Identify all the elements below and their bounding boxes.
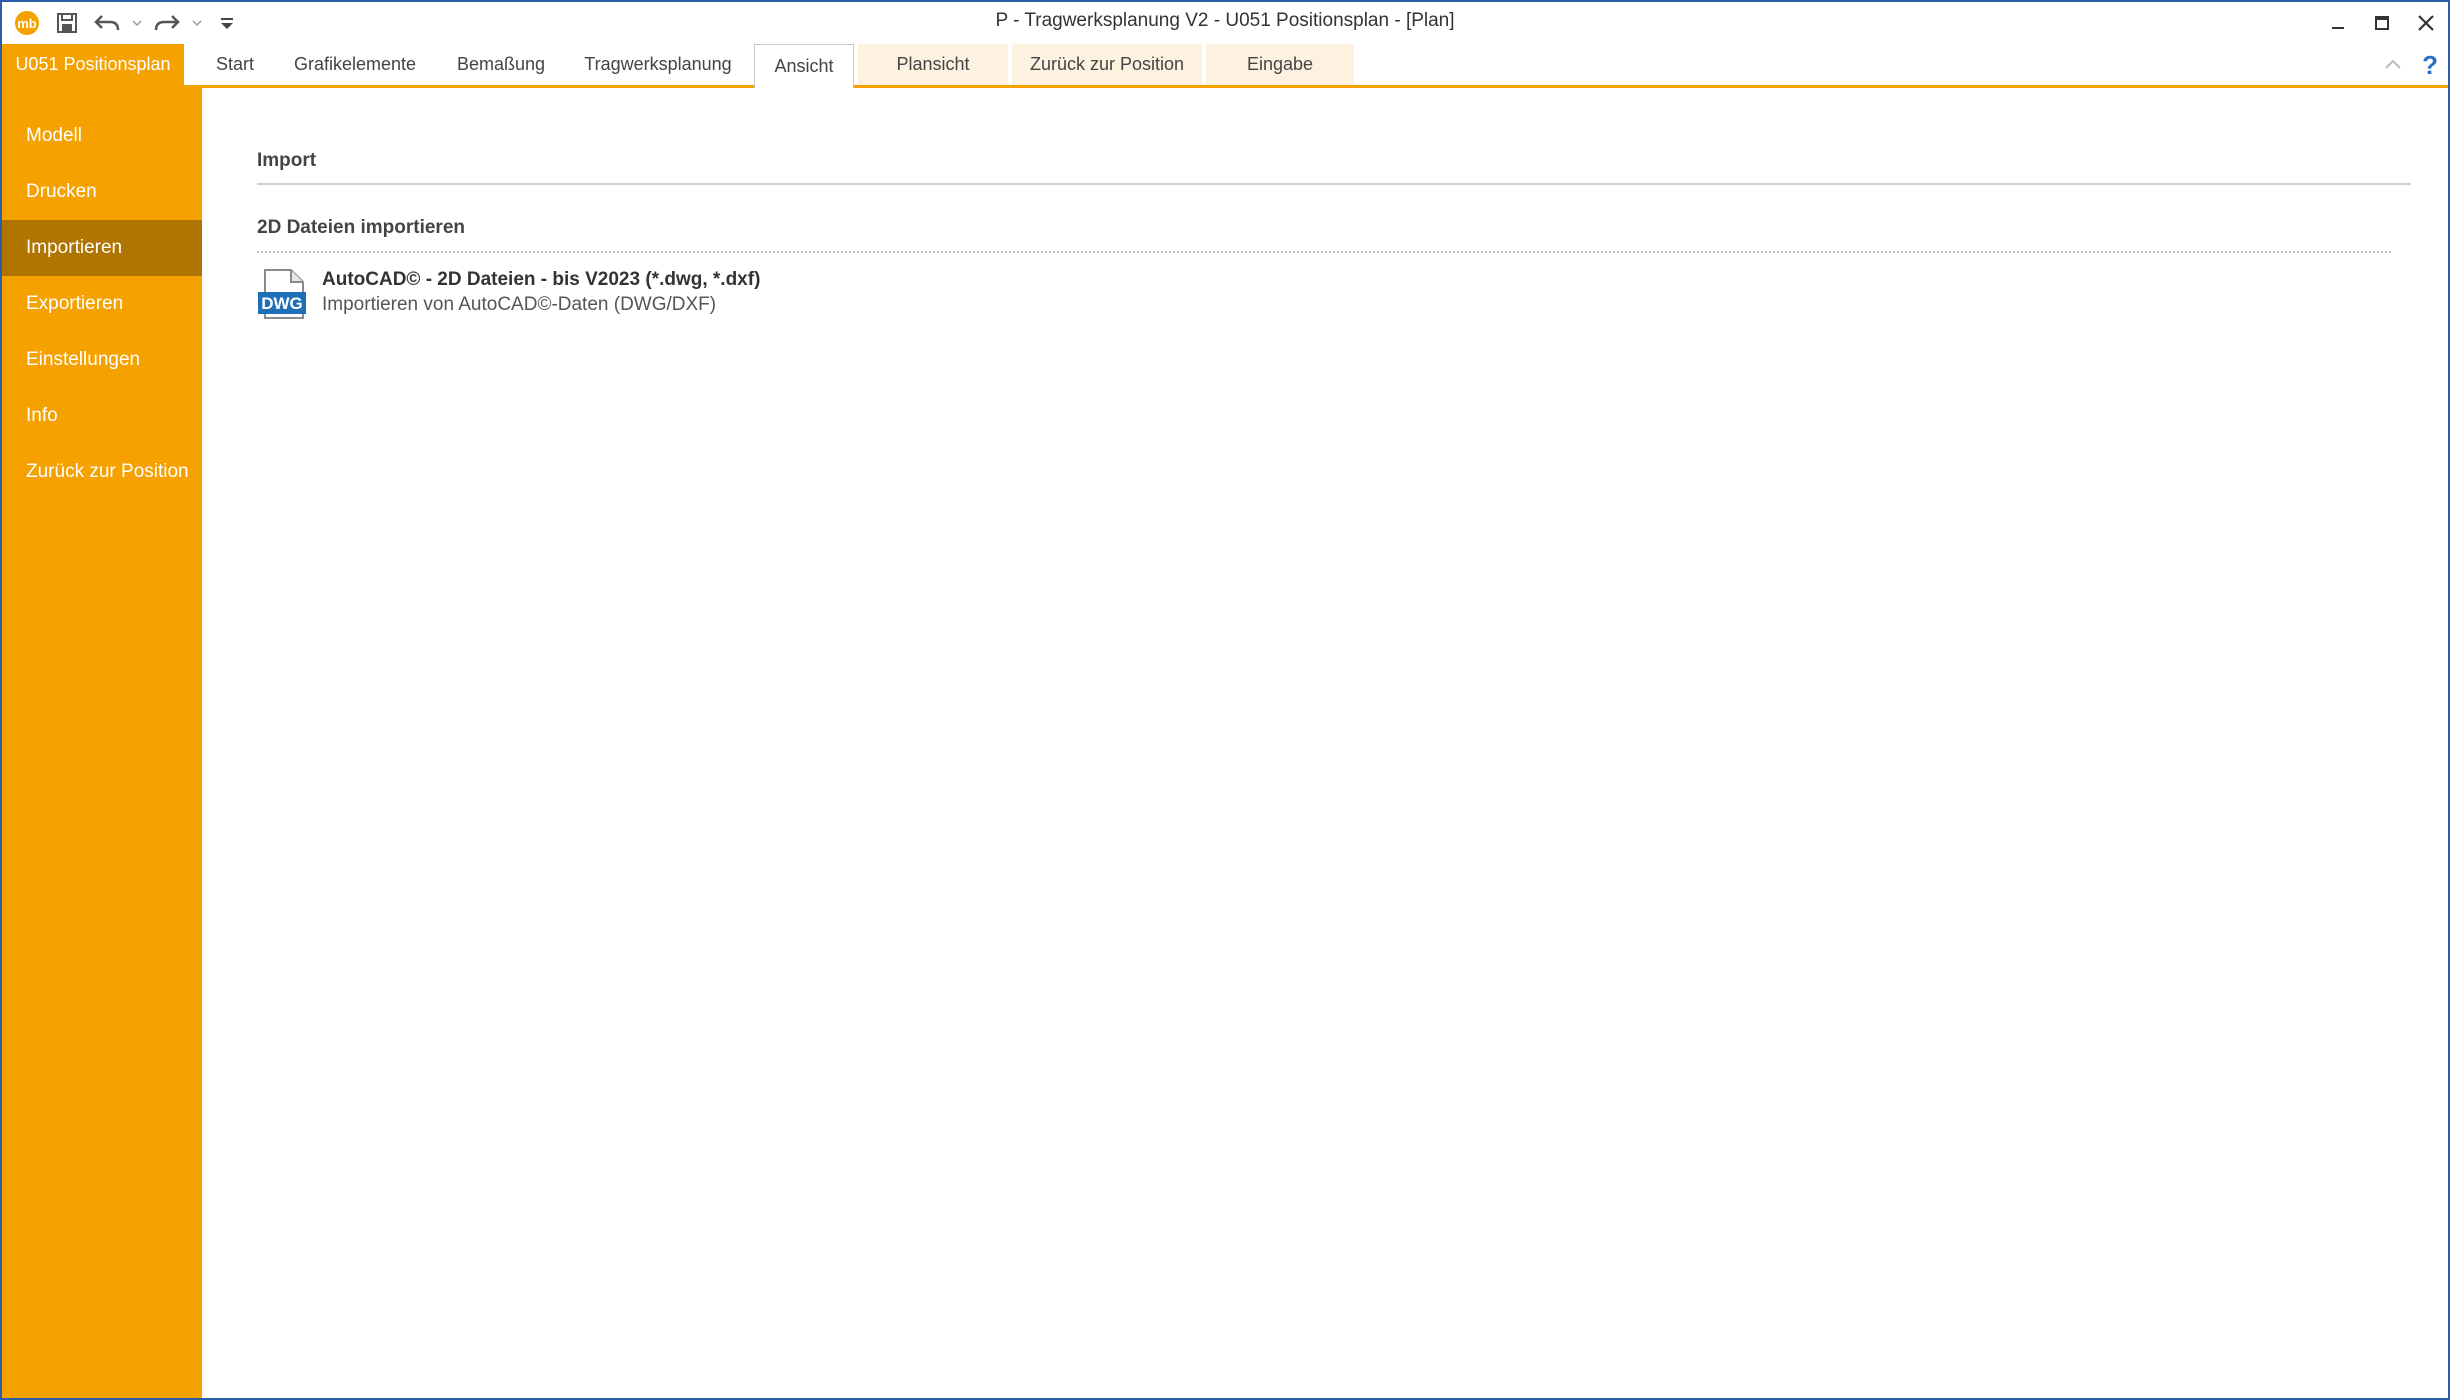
dwg-file-icon: DWG <box>257 268 309 322</box>
maximize-icon[interactable] <box>2360 2 2404 44</box>
sidebar-item-modell[interactable]: Modell <box>2 108 202 164</box>
import-autocad-command[interactable]: DWG AutoCAD© - 2D Dateien - bis V2023 (*… <box>257 268 957 326</box>
minimize-icon[interactable] <box>2316 2 2360 44</box>
command-title: AutoCAD© - 2D Dateien - bis V2023 (*.dwg… <box>322 269 761 290</box>
tab-tragwerksplanung[interactable]: Tragwerksplanung <box>576 44 740 85</box>
tab-eingabe[interactable]: Eingabe <box>1206 44 1354 85</box>
command-description: Importieren von AutoCAD©-Daten (DWG/DXF) <box>322 294 717 315</box>
group-divider <box>257 251 2391 253</box>
tab-start[interactable]: Start <box>200 44 270 85</box>
window-controls <box>2316 2 2448 44</box>
collapse-ribbon-icon[interactable] <box>2384 57 2402 75</box>
tab-grafikelemente[interactable]: Grafikelemente <box>284 44 426 85</box>
tab-plansicht[interactable]: Plansicht <box>858 44 1008 85</box>
section-divider <box>257 183 2411 185</box>
title-bar: mb P - Tragwerksplanung V2 - U051 Positi… <box>2 2 2448 44</box>
tab-ansicht[interactable]: Ansicht <box>754 44 854 88</box>
sidebar-item-drucken[interactable]: Drucken <box>2 164 202 220</box>
backstage-sidebar: Modell Drucken Importieren Exportieren E… <box>2 88 202 1398</box>
help-icon[interactable]: ? <box>2422 50 2438 81</box>
group-title-2d-import: 2D Dateien importieren <box>257 217 465 238</box>
ribbon-right-controls: ? <box>2384 50 2438 81</box>
close-icon[interactable] <box>2404 2 2448 44</box>
window-title: P - Tragwerksplanung V2 - U051 Positions… <box>995 10 1455 31</box>
command-text: AutoCAD© - 2D Dateien - bis V2023 (*.dwg… <box>322 268 760 318</box>
sidebar-item-einstellungen[interactable]: Einstellungen <box>2 332 202 388</box>
sidebar-item-info[interactable]: Info <box>2 388 202 444</box>
tab-file-backstage[interactable]: U051 Positionsplan <box>2 44 184 85</box>
ribbon-tab-bar: U051 Positionsplan Start Grafikelemente … <box>2 44 2448 88</box>
application-window: mb P - Tragwerksplanung V2 - U051 Positi… <box>0 0 2450 1400</box>
tab-bemassung[interactable]: Bemaßung <box>444 44 558 85</box>
tab-zurueck-zur-position[interactable]: Zurück zur Position <box>1012 44 1202 85</box>
sidebar-item-exportieren[interactable]: Exportieren <box>2 276 202 332</box>
sidebar-item-zurueck-zur-position[interactable]: Zurück zur Position <box>2 444 202 500</box>
dwg-icon-label: DWG <box>261 294 303 313</box>
section-title-import: Import <box>257 150 317 171</box>
backstage-content: Import 2D Dateien importieren DWG AutoCA… <box>202 91 2448 1398</box>
sidebar-item-importieren[interactable]: Importieren <box>2 220 202 276</box>
